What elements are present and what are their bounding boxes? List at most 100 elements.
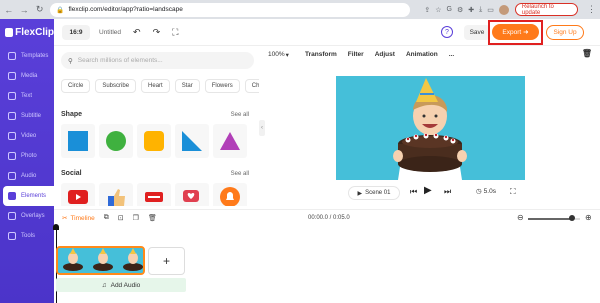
right-triangle-shape[interactable] <box>175 124 209 158</box>
next-icon[interactable]: ⏭ <box>444 187 451 197</box>
bell-sticker[interactable] <box>213 183 247 206</box>
timeline-icon: ✂ <box>62 215 68 222</box>
timeline-header: ✂ Timeline ⧉ ⊡ ❐ 🗑 00:00.0 / 0:05.0 ⊖ ⊕ <box>54 209 600 226</box>
help-icon[interactable]: ? <box>441 26 453 38</box>
app-logo[interactable]: FlexClip <box>0 19 54 46</box>
reload-icon[interactable]: ↻ <box>35 4 44 15</box>
url-text: flexclip.com/editor/app?ratio=landscape <box>68 6 183 13</box>
video-icon <box>8 132 16 140</box>
timeline-zoom-slider[interactable] <box>528 215 580 221</box>
clip-thumbnail <box>118 248 143 273</box>
redo-icon[interactable]: ↷ <box>153 27 161 38</box>
duration-control[interactable]: ◷ 5.0s <box>476 187 496 196</box>
sidebar-item-audio[interactable]: Audio <box>0 166 54 186</box>
project-title[interactable]: Untitled <box>99 29 121 36</box>
profile-avatar[interactable] <box>498 4 509 15</box>
scene-play-button[interactable]: ▶ Scene 01 <box>348 186 400 200</box>
heart-notification-sticker[interactable] <box>175 183 209 206</box>
sidebar-item-label: Elements <box>21 193 47 199</box>
zoom-in-icon[interactable]: ⊕ <box>585 213 592 222</box>
filter-button[interactable]: Filter <box>348 51 364 58</box>
play-icon[interactable]: ▶ <box>424 185 432 196</box>
music-note-icon: ♫ <box>101 281 107 289</box>
zoom-slider-fill <box>528 218 573 220</box>
circle-shape[interactable] <box>99 124 133 158</box>
puzzle-icon[interactable]: ✚ <box>468 6 474 14</box>
search-input[interactable]: ⚲ Search millions of elements... <box>61 52 254 69</box>
zoom-dropdown[interactable]: 100% ▾ <box>268 51 294 59</box>
sidebar-item-templates[interactable]: Templates <box>0 46 54 66</box>
bookmark-star-icon[interactable]: ☆ <box>435 6 441 14</box>
chip-subscribe[interactable]: Subscribe <box>95 79 137 93</box>
undo-icon[interactable]: ↶ <box>133 27 141 38</box>
sidebar-item-label: Text <box>21 93 33 99</box>
chip-flowers[interactable]: Flowers <box>204 79 240 93</box>
fullscreen-preview-icon[interactable]: ⛶ <box>510 187 516 197</box>
zoom-out-icon[interactable]: ⊖ <box>517 213 524 222</box>
sidebar-item-elements[interactable]: Elements <box>3 186 54 206</box>
trim-icon[interactable]: ⊡ <box>118 214 124 222</box>
sidebar-item-overlays[interactable]: Overlays <box>0 206 54 226</box>
duplicate-icon[interactable]: ❐ <box>133 214 139 222</box>
export-button[interactable]: Export ➜ <box>492 24 539 40</box>
save-button[interactable]: Save <box>464 25 490 40</box>
chip-check[interactable]: Check <box>244 79 259 93</box>
share-icon[interactable]: ⇪ <box>424 6 430 14</box>
sidebar-item-media[interactable]: Media <box>0 66 54 86</box>
sidebar-item-text[interactable]: Text <box>0 86 54 106</box>
forward-icon[interactable]: → <box>19 5 29 15</box>
delete-icon[interactable]: 🗑 <box>148 214 157 222</box>
sidebar-item-label: Video <box>21 133 37 139</box>
chip-circle[interactable]: Circle <box>61 79 91 93</box>
sidebar-item-video[interactable]: Video <box>0 126 54 146</box>
sidebar-item-label: Audio <box>21 173 37 179</box>
chip-heart[interactable]: Heart <box>141 79 170 93</box>
more-options-button[interactable]: ... <box>449 51 454 58</box>
relaunch-button[interactable]: Relaunch to update <box>514 3 579 16</box>
triangle-shape[interactable] <box>213 124 247 158</box>
social-see-all-link[interactable]: See all <box>231 171 249 177</box>
scene-label: Scene 01 <box>365 190 391 196</box>
thumbs-up-sticker[interactable] <box>99 183 133 206</box>
address-bar[interactable]: 🔒 flexclip.com/editor/app?ratio=landscap… <box>50 2 411 17</box>
google-icon[interactable]: G <box>447 6 452 13</box>
split-icon[interactable]: ⧉ <box>104 214 109 222</box>
browser-menu-icon[interactable]: ⋮ <box>587 4 596 15</box>
audio-icon <box>8 172 16 180</box>
square-shape[interactable] <box>61 124 95 158</box>
extension-icon[interactable]: ⚙ <box>457 6 463 14</box>
sidebar-item-subtitle[interactable]: Subtitle <box>0 106 54 126</box>
browser-toolbar: ← → ↻ 🔒 flexclip.com/editor/app?ratio=la… <box>0 0 600 19</box>
previous-icon[interactable]: ⏮ <box>410 187 417 197</box>
video-canvas[interactable] <box>336 76 525 180</box>
subscribe-sticker[interactable] <box>137 183 171 206</box>
fullscreen-icon[interactable]: ⛶ <box>172 27 178 38</box>
sidebar-item-photo[interactable]: Photo <box>0 146 54 166</box>
animation-button[interactable]: Animation <box>406 51 438 58</box>
download-icon[interactable]: ⤓ <box>479 6 482 14</box>
add-audio-button[interactable]: ♫ Add Audio <box>56 278 186 292</box>
aspect-ratio-button[interactable]: 16:9 <box>62 24 90 40</box>
zoom-slider-handle[interactable] <box>569 215 576 221</box>
back-icon[interactable]: ← <box>4 5 13 15</box>
sidebar-item-label: Overlays <box>21 213 45 219</box>
trash-icon[interactable]: 🗑 <box>582 49 592 58</box>
sidebar-item-label: Templates <box>21 53 49 59</box>
chip-star[interactable]: Star <box>174 79 200 93</box>
timeline-toggle[interactable]: ✂ Timeline <box>62 214 95 223</box>
sidepanel-icon[interactable]: ▭ <box>487 6 494 14</box>
youtube-sticker[interactable] <box>61 183 95 206</box>
edit-toolbar: 100% ▾ Transform Filter Adjust Animation… <box>268 46 600 63</box>
shape-see-all-link[interactable]: See all <box>231 112 249 118</box>
text-icon <box>8 92 16 100</box>
video-clip[interactable] <box>56 246 145 275</box>
add-audio-label: Add Audio <box>110 281 141 289</box>
rounded-square-shape[interactable] <box>137 124 171 158</box>
clock-icon: ◷ <box>476 188 482 195</box>
adjust-button[interactable]: Adjust <box>375 51 395 58</box>
collapse-panel-button[interactable]: ‹ <box>259 120 265 136</box>
transform-button[interactable]: Transform <box>305 51 337 58</box>
signup-button[interactable]: Sign Up <box>546 25 584 40</box>
add-scene-button[interactable]: + <box>148 247 185 275</box>
sidebar-item-tools[interactable]: Tools <box>0 226 54 246</box>
